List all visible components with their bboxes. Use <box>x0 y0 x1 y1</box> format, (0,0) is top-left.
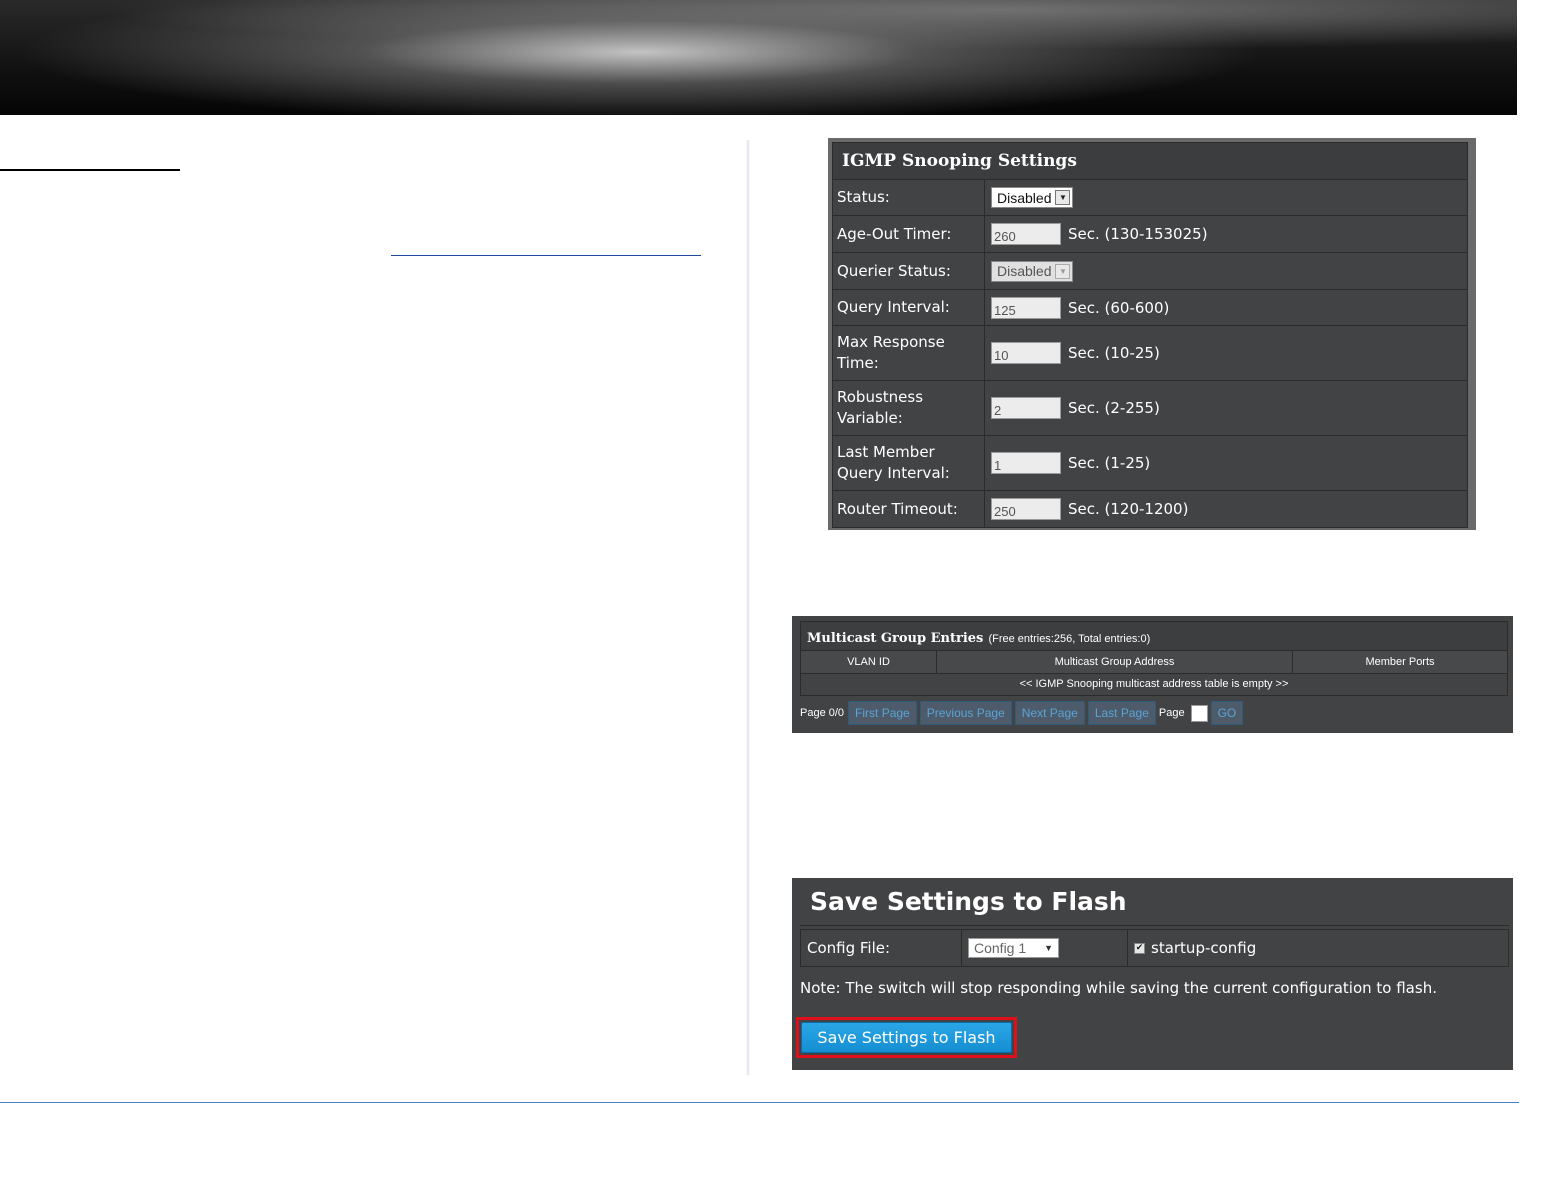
save-button-highlight: Save Settings to Flash <box>796 1017 1017 1058</box>
querier-value-cell: Disabled ▼ <box>985 253 1467 289</box>
save-settings-title: Save Settings to Flash <box>800 878 1509 926</box>
query-interval-label: Query Interval: <box>833 290 985 325</box>
router-timeout-range: Sec. (120-1200) <box>1068 500 1189 518</box>
igmp-snooping-table: IGMP Snooping Settings Status: Disabled … <box>832 142 1468 528</box>
igmp-row-last-member: Last Member Query Interval: 1 Sec. (1-25… <box>833 436 1467 491</box>
querier-select-value: Disabled <box>997 263 1052 279</box>
igmp-row-router-timeout: Router Timeout: 250 Sec. (120-1200) <box>833 491 1467 527</box>
previous-page-button[interactable]: Previous Page <box>919 701 1012 725</box>
config-file-row: Config File: Config 1 ▼ ✔ startup-config <box>800 929 1509 967</box>
last-page-button[interactable]: Last Page <box>1087 701 1156 725</box>
multicast-panel-title: Multicast Group Entries (Free entries:25… <box>801 622 1507 651</box>
startup-config-label: startup-config <box>1151 939 1257 957</box>
multicast-title: Multicast Group Entries <box>807 631 984 646</box>
max-response-time-label: Max Response Time: <box>833 326 985 380</box>
multicast-table-header: VLAN ID Multicast Group Address Member P… <box>801 651 1507 674</box>
status-select[interactable]: Disabled ▼ <box>991 187 1074 208</box>
goto-page-label: Page <box>1158 707 1185 719</box>
go-button[interactable]: GO <box>1210 701 1244 725</box>
age-out-value-cell: 260 Sec. (130-153025) <box>985 216 1467 252</box>
igmp-row-robustness: Robustness Variable: 2 Sec. (2-255) <box>833 381 1467 436</box>
igmp-row-query-interval: Query Interval: 125 Sec. (60-600) <box>833 290 1467 326</box>
igmp-row-status: Status: Disabled ▼ <box>833 180 1467 216</box>
config-file-value: Config 1 <box>974 940 1027 956</box>
footer-rule <box>0 1102 1519 1103</box>
last-member-query-interval-range: Sec. (1-25) <box>1068 454 1151 472</box>
first-page-button[interactable]: First Page <box>848 701 917 725</box>
robustness-variable-range: Sec. (2-255) <box>1068 399 1160 417</box>
multicast-entry-counts: (Free entries:256, Total entries:0) <box>988 633 1151 645</box>
empty-table-message: << IGMP Snooping multicast address table… <box>1019 678 1289 690</box>
multicast-group-panel: Multicast Group Entries (Free entries:25… <box>792 616 1513 733</box>
chevron-down-icon: ▼ <box>1055 190 1071 205</box>
querier-status-label: Querier Status: <box>833 253 985 289</box>
last-member-query-interval-input[interactable]: 1 <box>991 452 1061 474</box>
igmp-panel-title: IGMP Snooping Settings <box>833 143 1467 180</box>
igmp-row-max-response: Max Response Time: 10 Sec. (10-25) <box>833 326 1467 381</box>
query-interval-range: Sec. (60-600) <box>1068 298 1170 317</box>
robustness-value-cell: 2 Sec. (2-255) <box>985 381 1467 435</box>
check-icon: ✔ <box>1135 942 1144 953</box>
page-indicator: Page 0/0 <box>800 707 845 719</box>
link-underline <box>391 255 701 256</box>
pagination-bar: Page 0/0 First Page Previous Page Next P… <box>792 701 1508 725</box>
goto-page-input[interactable] <box>1190 704 1208 722</box>
startup-config-checkbox[interactable]: ✔ <box>1134 942 1145 954</box>
robustness-variable-label: Robustness Variable: <box>833 381 985 435</box>
igmp-row-querier: Querier Status: Disabled ▼ <box>833 253 1467 290</box>
startup-config-cell: ✔ startup-config <box>1128 930 1508 966</box>
status-value-cell: Disabled ▼ <box>985 180 1467 215</box>
chevron-down-icon: ▼ <box>1055 263 1071 279</box>
config-file-label: Config File: <box>801 930 962 966</box>
column-header-group-address: Multicast Group Address <box>937 651 1293 673</box>
multicast-group-table: Multicast Group Entries (Free entries:25… <box>800 621 1508 696</box>
save-settings-panel: Save Settings to Flash Config File: Conf… <box>792 878 1513 1070</box>
max-response-time-range: Sec. (10-25) <box>1068 344 1160 362</box>
status-select-value: Disabled <box>997 189 1052 206</box>
config-file-select[interactable]: Config 1 ▼ <box>968 938 1059 958</box>
robustness-variable-input[interactable]: 2 <box>991 397 1061 419</box>
status-label: Status: <box>833 180 985 215</box>
last-member-query-interval-label: Last Member Query Interval: <box>833 436 985 490</box>
save-settings-to-flash-button[interactable]: Save Settings to Flash <box>801 1022 1012 1053</box>
header-banner <box>0 0 1517 115</box>
router-timeout-value-cell: 250 Sec. (120-1200) <box>985 491 1467 527</box>
column-header-vlan-id: VLAN ID <box>801 651 937 673</box>
query-interval-input[interactable]: 125 <box>991 296 1061 319</box>
config-file-select-cell: Config 1 ▼ <box>962 930 1128 966</box>
query-interval-value-cell: 125 Sec. (60-600) <box>985 290 1467 325</box>
age-out-timer-label: Age-Out Timer: <box>833 216 985 252</box>
router-timeout-input[interactable]: 250 <box>991 498 1061 520</box>
heading-underline <box>0 169 180 171</box>
next-page-button[interactable]: Next Page <box>1014 701 1085 725</box>
igmp-row-age-out: Age-Out Timer: 260 Sec. (130-153025) <box>833 216 1467 253</box>
igmp-snooping-panel: IGMP Snooping Settings Status: Disabled … <box>828 138 1476 530</box>
save-note: Note: The switch will stop responding wh… <box>800 979 1437 997</box>
document-page: IGMP Snooping Settings Status: Disabled … <box>0 0 1548 1200</box>
age-out-timer-range: Sec. (130-153025) <box>1068 225 1208 243</box>
max-response-value-cell: 10 Sec. (10-25) <box>985 326 1467 380</box>
column-header-member-ports: Member Ports <box>1365 656 1435 668</box>
column-divider <box>746 140 750 1075</box>
last-member-value-cell: 1 Sec. (1-25) <box>985 436 1467 490</box>
chevron-down-icon: ▼ <box>1044 943 1053 953</box>
age-out-timer-input[interactable]: 260 <box>991 223 1061 245</box>
max-response-time-input[interactable]: 10 <box>991 342 1061 364</box>
querier-status-select[interactable]: Disabled ▼ <box>991 260 1074 282</box>
router-timeout-label: Router Timeout: <box>833 491 985 527</box>
